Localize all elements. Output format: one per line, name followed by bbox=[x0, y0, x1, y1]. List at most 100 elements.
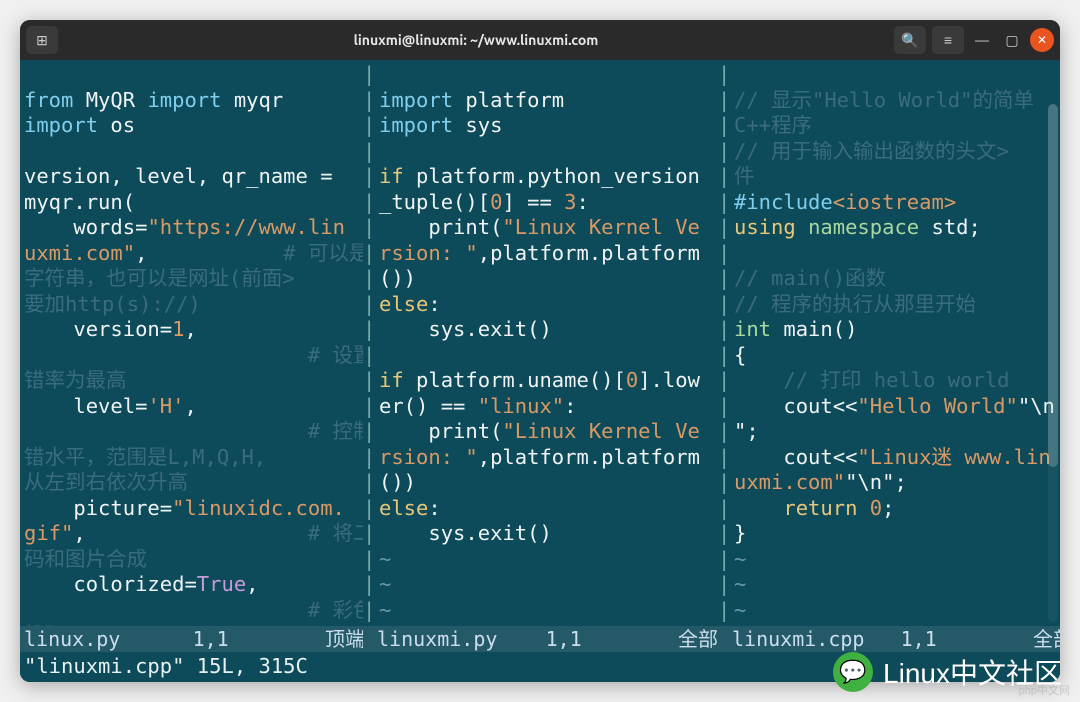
code: // 显示"Hello World"的简单 bbox=[734, 88, 1034, 112]
code: "; bbox=[734, 419, 759, 443]
code: import bbox=[147, 88, 233, 112]
status-location: 顶端 bbox=[325, 627, 363, 651]
code: std; bbox=[931, 215, 980, 239]
code: = bbox=[160, 317, 172, 341]
code: if bbox=[379, 164, 416, 188]
code: , bbox=[184, 394, 196, 418]
code: ,platform.platform bbox=[478, 445, 700, 469]
maximize-button[interactable]: ▢ bbox=[1000, 28, 1024, 52]
statusline-pane-3: linuxmi.cpp 1,1 全部 bbox=[730, 626, 1060, 652]
vim-pane-1[interactable]: from MyQR import myqr import os version,… bbox=[20, 60, 363, 626]
terminal-area[interactable]: from MyQR import myqr import os version,… bbox=[20, 60, 1060, 682]
code: gif" bbox=[24, 521, 73, 545]
code: #include bbox=[734, 190, 833, 214]
code: ~ bbox=[734, 623, 746, 626]
code: # 彩色二 bbox=[24, 598, 363, 622]
code: else bbox=[379, 292, 428, 316]
code: // main()函数 bbox=[734, 266, 886, 290]
code: namespace bbox=[808, 215, 931, 239]
code: rsion: " bbox=[379, 445, 478, 469]
code: ~ bbox=[734, 598, 746, 622]
code: = bbox=[320, 164, 345, 188]
code: platform.python_version bbox=[416, 164, 700, 188]
scrollbar-thumb[interactable] bbox=[1048, 104, 1058, 467]
maximize-icon: ▢ bbox=[1005, 32, 1018, 49]
code: True bbox=[197, 572, 246, 596]
code: "https://www.lin bbox=[147, 215, 344, 239]
code: ()) bbox=[379, 266, 416, 290]
code: # 控制纠 bbox=[24, 419, 363, 443]
code: <iostream> bbox=[833, 190, 956, 214]
code: "Linux Kernel Ve bbox=[502, 419, 699, 443]
code: import bbox=[24, 113, 110, 137]
code: 错率为最高 bbox=[24, 368, 127, 392]
code: , bbox=[184, 317, 196, 341]
code: = bbox=[184, 572, 196, 596]
code: "Hello World" bbox=[857, 394, 1017, 418]
wechat-icon: 💬 bbox=[833, 652, 873, 692]
status-filename: linux.py bbox=[24, 627, 193, 651]
search-icon: 🔍 bbox=[901, 32, 918, 49]
code: : bbox=[577, 190, 589, 214]
vim-pane-3[interactable]: // 显示"Hello World"的简单 C++程序 // 用于输入输出函数的… bbox=[730, 60, 1060, 626]
php-logo: php中文网 bbox=[1019, 682, 1070, 698]
code: 维码 bbox=[24, 623, 65, 626]
status-filename: linuxmi.py bbox=[377, 627, 546, 651]
menu-button[interactable]: ≡ bbox=[932, 26, 964, 54]
code: from bbox=[24, 88, 86, 112]
minimize-icon: — bbox=[975, 32, 989, 48]
code: if bbox=[379, 368, 416, 392]
code: 要加http(s)://) bbox=[24, 292, 201, 316]
code: 0 bbox=[626, 368, 638, 392]
code: sys.exit() bbox=[379, 317, 552, 341]
code: ].low bbox=[638, 368, 700, 392]
vim-pane-2[interactable]: import platform import sys if platform.p… bbox=[375, 60, 718, 626]
scrollbar[interactable] bbox=[1048, 104, 1058, 622]
code: = bbox=[160, 496, 172, 520]
code: cout<< bbox=[734, 394, 857, 418]
status-sep bbox=[363, 626, 375, 652]
code: ,platform.platform bbox=[478, 241, 700, 265]
chat-icon: 💬 bbox=[839, 659, 866, 685]
status-filename: linuxmi.cpp bbox=[732, 627, 901, 651]
code: () bbox=[833, 317, 858, 341]
status-location: 全部 bbox=[678, 627, 718, 651]
code: "Linux迷 www.lin bbox=[857, 445, 1050, 469]
code: "linuxidc.com. bbox=[172, 496, 345, 520]
code: C++程序 bbox=[734, 113, 812, 137]
search-button[interactable]: 🔍 bbox=[894, 26, 926, 54]
code: print( bbox=[379, 419, 502, 443]
code: ~ bbox=[379, 598, 391, 622]
code: # 可以是 bbox=[283, 241, 363, 265]
code: cout<< bbox=[734, 445, 857, 469]
code: , bbox=[73, 521, 308, 545]
code: 字符串，也可以是网址(前面> bbox=[24, 266, 295, 290]
code: platform.uname()[ bbox=[416, 368, 626, 392]
code: ~ bbox=[734, 547, 746, 571]
code: version, level, qr_name bbox=[24, 164, 320, 188]
split-separator-1[interactable]: | | | | | | | | | | | | | | | | | | | | … bbox=[363, 60, 375, 626]
new-tab-button[interactable]: ⊞ bbox=[26, 26, 58, 54]
close-button[interactable]: ✕ bbox=[1030, 28, 1054, 52]
statusline-pane-1: linux.py 1,1 顶端 bbox=[20, 626, 363, 652]
code: import bbox=[379, 113, 465, 137]
close-icon: ✕ bbox=[1037, 33, 1047, 47]
code: ()) bbox=[379, 470, 416, 494]
status-cursor-pos: 1,1 bbox=[193, 627, 229, 651]
code: MyQR bbox=[86, 88, 148, 112]
code: platform bbox=[465, 88, 564, 112]
vim-statusline-row: linux.py 1,1 顶端 linuxmi.py 1,1 全部 linuxm… bbox=[20, 626, 1060, 652]
code: _tuple()[ bbox=[379, 190, 490, 214]
minimize-button[interactable]: — bbox=[970, 28, 994, 52]
code: "linux" bbox=[478, 394, 564, 418]
code: level bbox=[24, 394, 135, 418]
code: 0 bbox=[490, 190, 502, 214]
split-separator-2[interactable]: | | | | | | | | | | | | | | | | | | | | … bbox=[718, 60, 730, 626]
status-spacer bbox=[229, 627, 325, 651]
code: // 用于输入输出函数的头文> bbox=[734, 139, 1009, 163]
status-spacer bbox=[937, 627, 1033, 651]
hamburger-icon: ≡ bbox=[944, 32, 952, 48]
status-cursor-pos: 1,1 bbox=[546, 627, 582, 651]
code: 0 bbox=[870, 496, 882, 520]
code: return bbox=[734, 496, 870, 520]
